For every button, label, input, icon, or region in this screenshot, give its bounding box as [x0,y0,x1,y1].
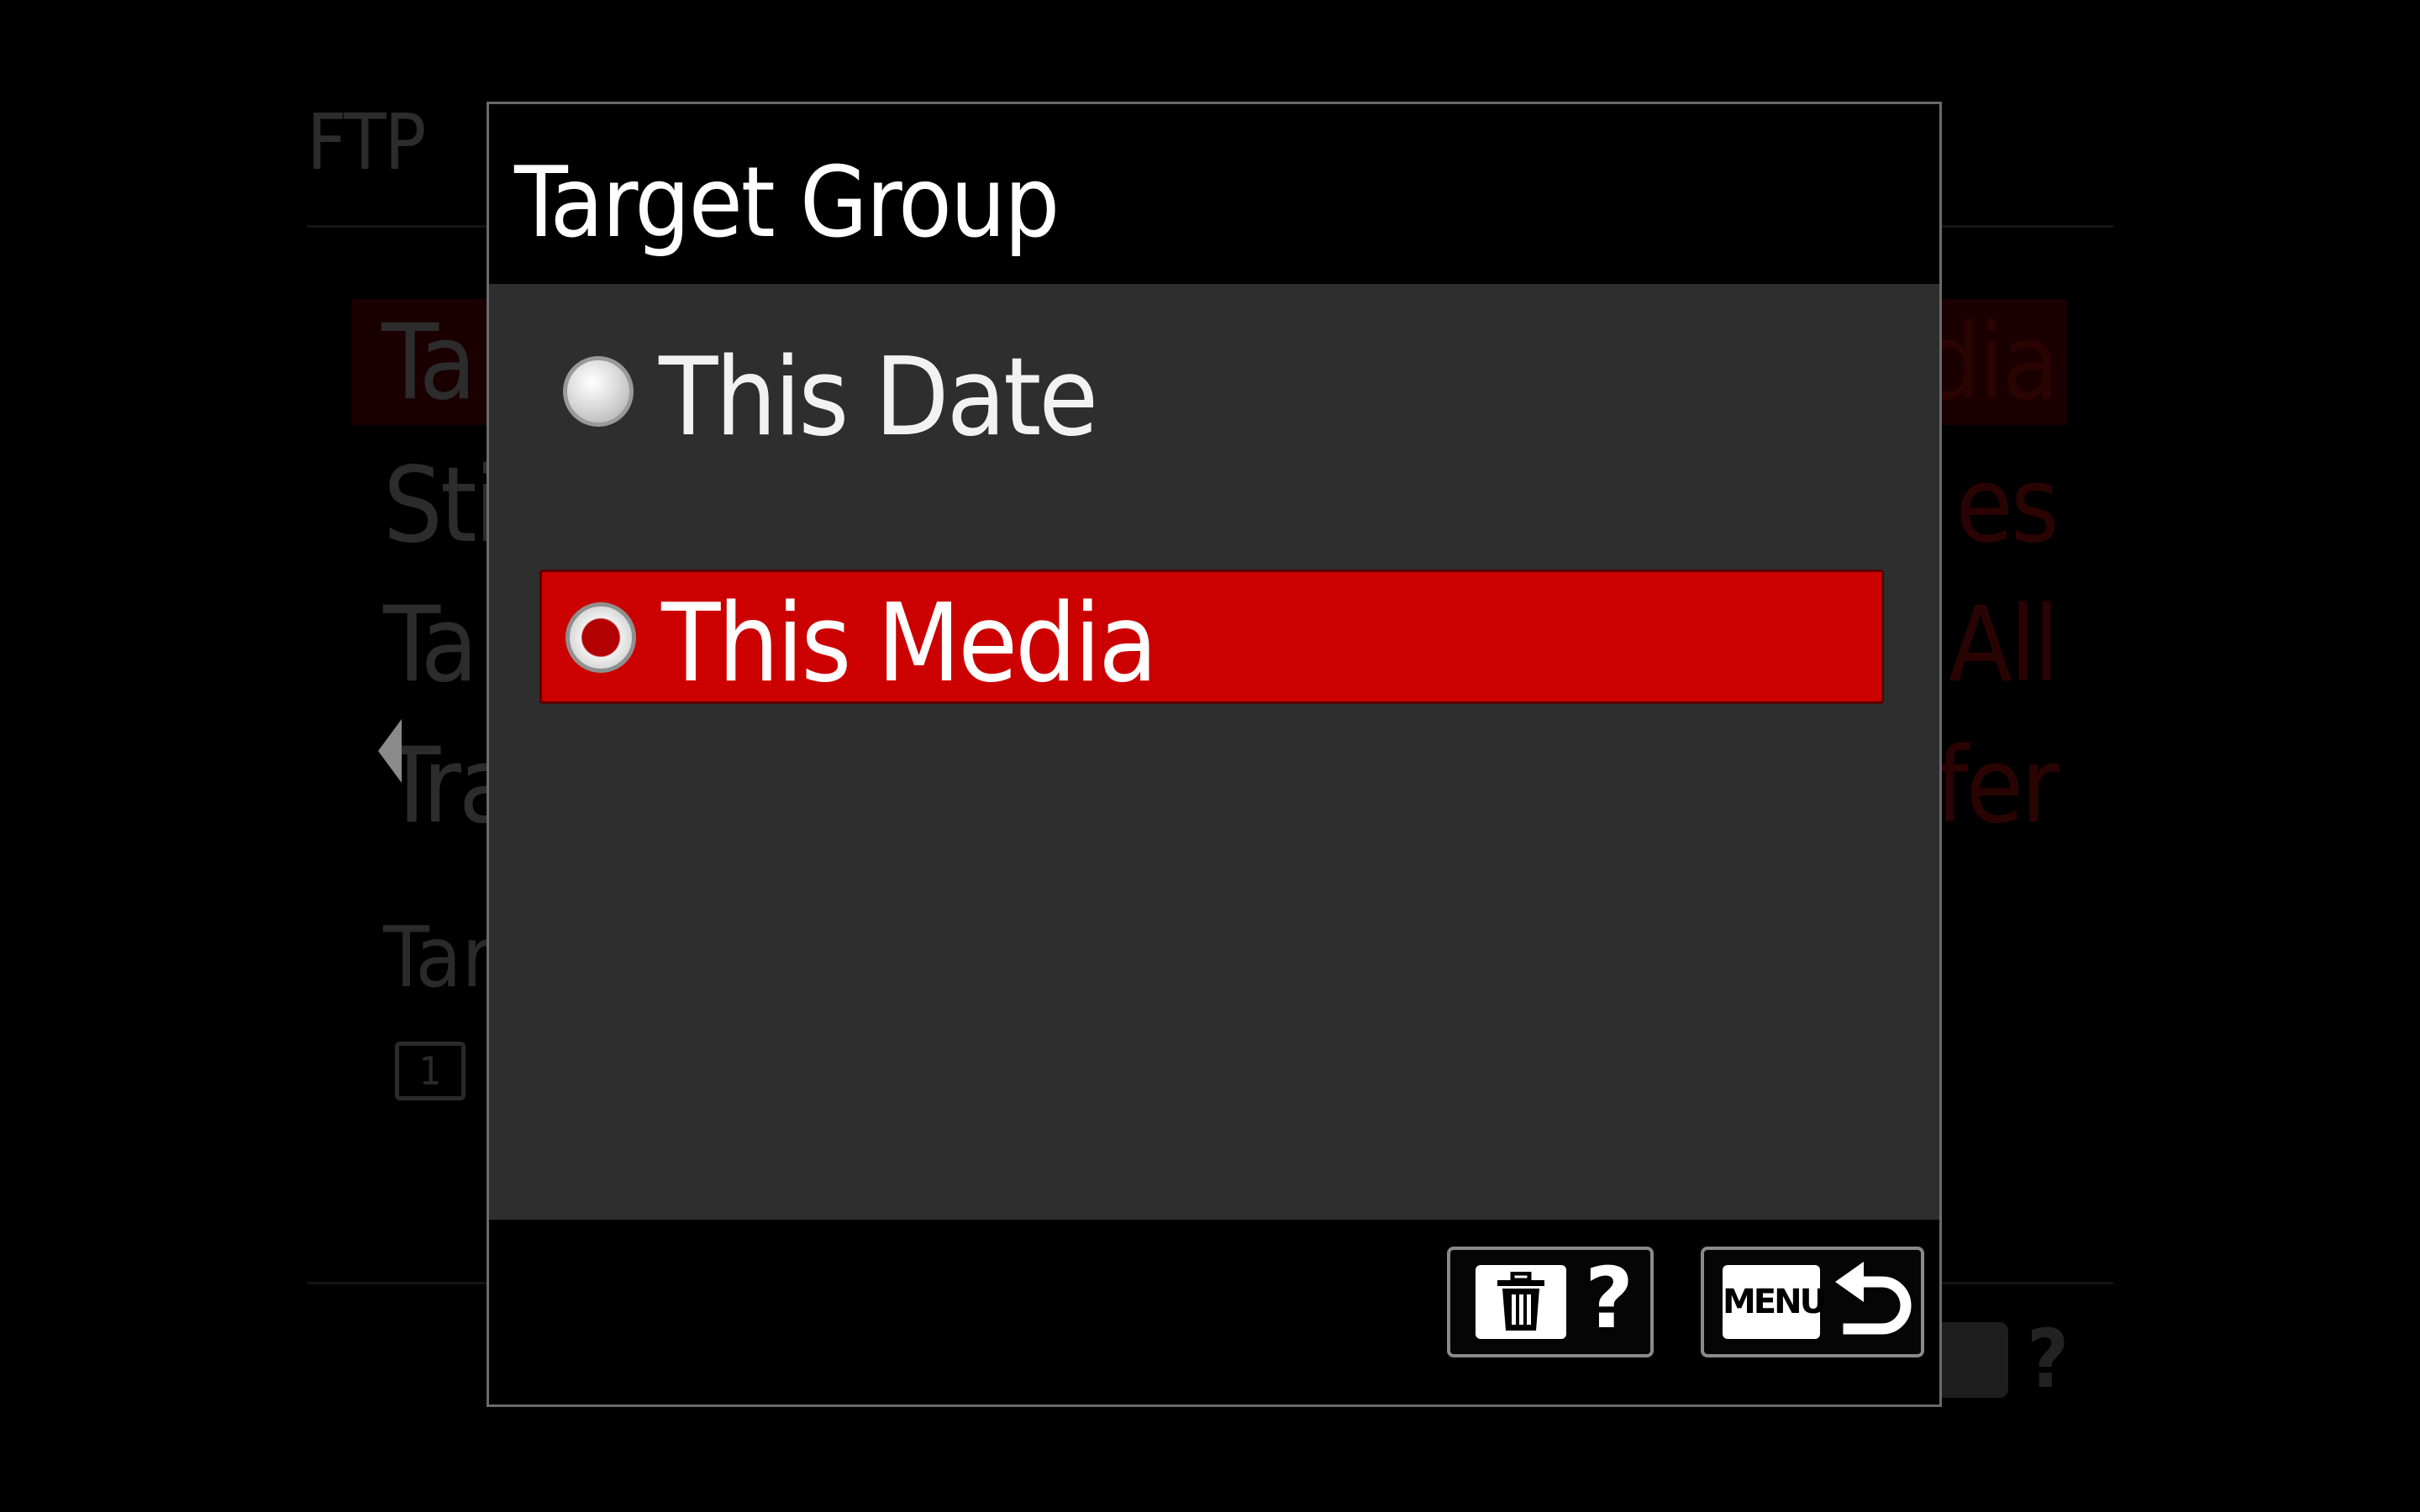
background-row-value: All [1948,585,2060,706]
dialog-title: Target Group [514,146,1060,260]
options-list: This Date This Media [489,284,1939,1220]
radio-button-icon [566,602,636,673]
dialog-footer: ? MENU [489,1220,1939,1404]
background-row-label: Sti [383,445,501,566]
question-icon: ? [2027,1312,2070,1406]
return-arrow-icon [1835,1262,1912,1335]
media-slot-icon: 1 [395,1042,466,1100]
question-icon: ? [1585,1249,1634,1347]
background-info-text: Tar [383,908,493,1006]
background-row-label: Ta [381,302,476,423]
background-row-value: fer [1935,726,2060,847]
left-arrow-icon [378,719,402,783]
radio-button-icon [563,356,634,427]
trash-icon [1933,1322,2008,1398]
back-button[interactable]: MENU [1701,1247,1924,1357]
option-this-date[interactable]: This Date [539,326,1884,460]
option-label: This Date [659,335,1098,460]
background-menu-header: FTP [307,97,426,187]
option-this-media[interactable]: This Media [539,570,1884,704]
background-row-value: es [1955,445,2060,566]
background-row-label: Ta [383,585,478,706]
trash-icon [1476,1265,1566,1339]
menu-key-icon: MENU [1723,1265,1827,1339]
target-group-dialog: Target Group This Date This Media ? MENU [487,102,1942,1407]
background-help-key: ? [1933,1319,2101,1403]
help-button[interactable]: ? [1447,1247,1654,1357]
camera-screen: FTP Ta dia Sti es Ta All Tra fer Tar 1 ?… [0,0,2420,1512]
option-label: This Media [661,581,1158,706]
